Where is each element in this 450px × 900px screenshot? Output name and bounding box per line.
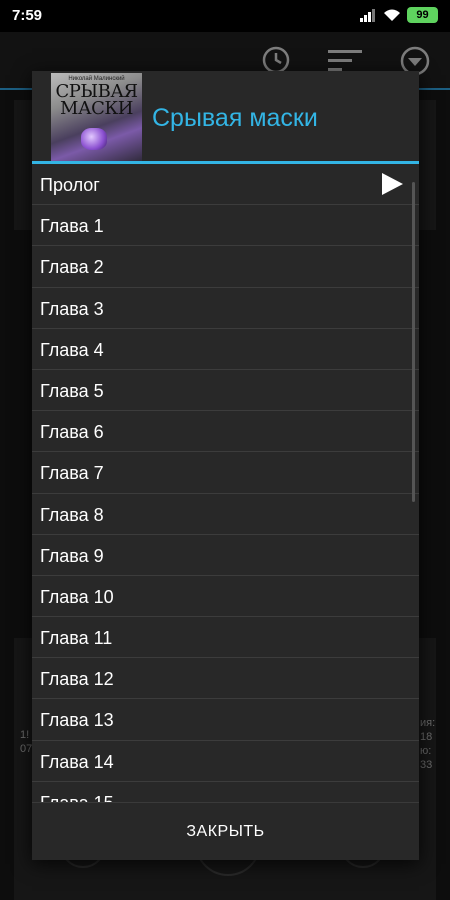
chapter-label: Глава 13 (40, 710, 114, 731)
wifi-icon (384, 9, 400, 21)
chapter-label: Глава 8 (40, 504, 104, 525)
chapter-item[interactable]: Глава 2 (32, 246, 419, 288)
chapter-item[interactable]: Глава 1 (32, 205, 419, 247)
chapter-item[interactable]: Глава 6 (32, 411, 419, 453)
chapter-label: Пролог (40, 175, 100, 195)
status-time: 7:59 (12, 7, 43, 24)
chapter-item[interactable]: Глава 12 (32, 658, 419, 700)
dialog-header: Николай Малинский СРЫВАЯ МАСКИ Срывая ма… (32, 71, 419, 164)
play-icon[interactable] (382, 173, 403, 195)
cover-title-line2: МАСКИ (60, 98, 133, 119)
sort-icon (328, 50, 362, 71)
scrollbar[interactable] (412, 182, 415, 502)
chapter-item[interactable]: Глава 13 (32, 699, 419, 741)
dialog-title: Срывая маски (152, 104, 318, 132)
chapter-item[interactable]: Глава 4 (32, 329, 419, 370)
chapter-item[interactable]: Глава 8 (32, 494, 419, 535)
chapter-label: Глава 15 (40, 793, 114, 802)
chapter-label: Глава 2 (40, 257, 104, 278)
background-right-text-3: ю: (420, 745, 432, 757)
status-bar: 7:59 99 (0, 0, 450, 32)
chapter-label: Глава 10 (40, 586, 114, 607)
background-left-text-1: 1! (20, 729, 30, 741)
signal-bars-icon (360, 9, 375, 22)
chapter-item[interactable]: Глава 5 (32, 370, 419, 412)
battery-indicator: 99 (407, 7, 438, 23)
chapter-item[interactable]: Глава 11 (32, 617, 419, 659)
dialog-footer: ЗАКРЫТЬ (32, 802, 419, 860)
chapter-item[interactable]: Глава 15 (32, 782, 419, 802)
chapter-label: Глава 4 (40, 339, 104, 360)
chapter-item[interactable]: Глава 10 (32, 576, 419, 618)
background-left-text-2: 07 (20, 743, 33, 755)
chapter-label: Глава 12 (40, 669, 114, 690)
background-right-text-2: 18 (420, 731, 433, 743)
cover-art (81, 128, 107, 150)
background-right-text-4: 33 (420, 759, 433, 771)
chapter-label: Глава 11 (40, 628, 113, 649)
chapter-label: Глава 5 (40, 380, 104, 401)
chapter-label: Глава 6 (40, 422, 104, 443)
chapter-dialog: Николай Малинский СРЫВАЯ МАСКИ Срывая ма… (32, 71, 419, 860)
chapter-item[interactable]: Глава 14 (32, 741, 419, 782)
background-right-text: ия: 18 ю: 33 (420, 716, 435, 772)
chapter-label: Глава 7 (40, 463, 104, 484)
chapter-list[interactable]: Пролог Глава 1 Глава 2 Глава 3 Глава 4 Глава … (32, 164, 419, 802)
close-button[interactable]: ЗАКРЫТЬ (32, 803, 419, 860)
background-right-text-1: ия: (420, 717, 436, 729)
chapter-item[interactable]: Глава 9 (32, 535, 419, 576)
clock-icon (262, 46, 290, 74)
book-cover: Николай Малинский СРЫВАЯ МАСКИ (51, 73, 142, 162)
chapter-label: Глава 9 (40, 545, 104, 566)
chapter-label: Глава 1 (40, 216, 104, 237)
status-icons: 99 (359, 7, 438, 23)
cover-title: СРЫВАЯ МАСКИ (51, 83, 142, 119)
chapter-item[interactable]: Глава 7 (32, 452, 419, 494)
chapter-item[interactable]: Пролог (32, 164, 419, 206)
chapter-label: Глава 14 (40, 751, 114, 772)
chapter-label: Глава 3 (40, 298, 104, 319)
background-left-text: 1! 07 (20, 728, 32, 756)
chapter-item[interactable]: Глава 3 (32, 288, 419, 329)
